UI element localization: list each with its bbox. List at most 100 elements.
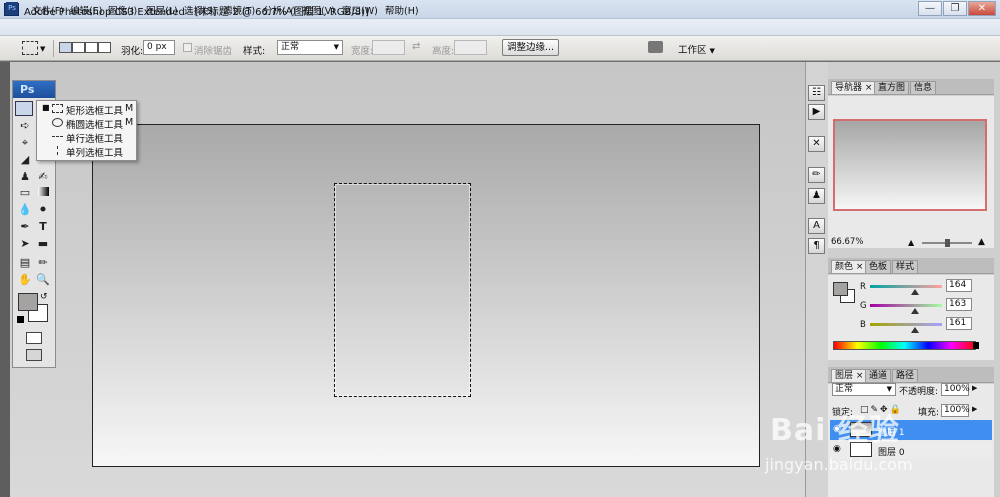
fill-arrow-icon[interactable]: ▶ — [972, 405, 977, 413]
tab-info[interactable]: 信息 — [910, 81, 937, 94]
pen-icon[interactable]: ✒ — [17, 219, 33, 234]
tab-color[interactable]: 颜色 × — [831, 260, 868, 273]
tab-histogram[interactable]: 直方图 — [874, 81, 910, 94]
intersect-selection-icon[interactable] — [98, 42, 111, 53]
notes-icon[interactable]: ▤ — [17, 255, 33, 270]
default-colors-icon[interactable] — [17, 316, 24, 323]
color-spectrum-bar[interactable] — [833, 341, 976, 350]
color-fg-swatch[interactable] — [833, 282, 848, 296]
tool-presets-icon[interactable]: ✕ — [808, 136, 825, 152]
channel-b-slider[interactable] — [870, 323, 942, 326]
flyout-item-single-row[interactable]: 单行选框工具 — [37, 130, 136, 145]
character-panel-icon[interactable]: A — [808, 218, 825, 234]
refine-edge-button[interactable]: 调整边缘... — [502, 39, 559, 56]
menu-image[interactable]: 图像(I) — [108, 3, 137, 17]
gradient-icon[interactable] — [35, 185, 51, 200]
close-icon[interactable]: × — [856, 262, 864, 272]
healing-brush-icon[interactable]: ◢ — [17, 152, 33, 167]
flyout-item-single-column[interactable]: 单列选框工具 — [37, 144, 136, 159]
menu-view[interactable]: 视图(V) — [302, 3, 335, 17]
blend-mode-select[interactable]: 正常 ▼ — [832, 383, 896, 396]
channel-b-thumb[interactable] — [911, 327, 919, 333]
close-icon[interactable]: × — [865, 83, 873, 93]
menu-select[interactable]: 选择(S) — [184, 3, 216, 17]
file-browser-icon[interactable] — [648, 41, 663, 53]
actions-panel-icon[interactable]: ▶ — [808, 104, 825, 120]
history-panel-icon[interactable]: ☷ — [808, 85, 825, 101]
zoom-out-icon[interactable]: ▲ — [908, 238, 914, 247]
document-icon[interactable]: Ps — [6, 2, 18, 14]
clone-stamp-icon[interactable]: ♟ — [17, 169, 33, 184]
channel-r-value[interactable]: 164 — [946, 279, 972, 292]
zoom-in-icon[interactable]: ▲ — [978, 237, 985, 247]
quick-mask-icon[interactable] — [26, 332, 42, 344]
menu-analysis[interactable]: 分析(A) — [263, 3, 296, 17]
eyedropper-icon[interactable]: ✏ — [35, 255, 51, 270]
flyout-item-label: 单列选框工具 — [66, 148, 124, 159]
flyout-item-ellipse-marquee[interactable]: 椭圆选框工具 M — [37, 116, 136, 131]
opacity-arrow-icon[interactable]: ▶ — [972, 384, 977, 392]
channel-r-thumb[interactable] — [911, 289, 919, 295]
fill-input[interactable]: 100% — [941, 404, 970, 417]
channel-g-thumb[interactable] — [911, 308, 919, 314]
antialias-checkbox[interactable] — [183, 43, 192, 52]
tab-styles[interactable]: 样式 — [892, 260, 919, 273]
opacity-input[interactable]: 100% — [941, 383, 970, 396]
swap-colors-icon[interactable]: ↺ — [40, 292, 48, 302]
menu-edit[interactable]: 编辑(E) — [70, 3, 102, 17]
zoom-slider-thumb[interactable] — [945, 239, 950, 247]
shape-tool-icon[interactable]: ▬ — [35, 236, 51, 251]
feather-input[interactable]: 0 px — [143, 40, 175, 55]
restore-button[interactable]: ❐ — [943, 1, 967, 16]
close-button[interactable]: ✕ — [968, 1, 996, 16]
menu-filter[interactable]: 滤镜(T) — [223, 3, 255, 17]
paragraph-panel-icon[interactable]: ¶ — [808, 238, 825, 254]
menu-file[interactable]: 文件(F) — [32, 3, 64, 17]
hand-tool-icon[interactable]: ✋ — [17, 272, 33, 287]
style-select[interactable]: 正常 ▼ — [277, 40, 343, 55]
brushes-panel-icon[interactable]: ✏ — [808, 167, 825, 183]
tab-navigator[interactable]: 导航器 × — [831, 81, 877, 94]
navigator-thumbnail[interactable] — [833, 119, 987, 211]
blur-icon[interactable]: 💧 — [17, 202, 33, 217]
photoshop-logo[interactable]: Ps — [13, 81, 55, 98]
screen-mode-icon[interactable] — [26, 349, 42, 361]
crop-tool-icon[interactable]: ⌖ — [17, 135, 33, 150]
add-to-selection-icon[interactable] — [72, 42, 85, 53]
foreground-color-swatch[interactable] — [18, 293, 38, 311]
new-selection-icon[interactable] — [59, 42, 72, 53]
channel-g-slider[interactable] — [870, 304, 942, 307]
clone-source-icon[interactable]: ♟ — [808, 188, 825, 204]
channel-b-value[interactable]: 161 — [946, 317, 972, 330]
flyout-item-rect-marquee[interactable]: ■ 矩形选框工具 M — [37, 102, 136, 117]
tab-paths[interactable]: 路径 — [892, 369, 919, 382]
zoom-percentage[interactable]: 66.67% — [831, 237, 863, 247]
subtract-from-selection-icon[interactable] — [85, 42, 98, 53]
menu-help[interactable]: 帮助(H) — [385, 3, 419, 17]
spectrum-black-swatch[interactable] — [973, 342, 979, 349]
path-selection-icon[interactable]: ➤ — [17, 236, 33, 251]
zoom-tool-icon[interactable]: 🔍 — [35, 272, 51, 287]
history-brush-icon[interactable]: ✍ — [35, 169, 51, 184]
swap-icon[interactable]: ⇄ — [412, 41, 420, 52]
channel-r-slider[interactable] — [870, 285, 942, 288]
tab-layers[interactable]: 图层 × — [831, 369, 868, 382]
height-input[interactable] — [454, 40, 487, 55]
close-icon[interactable]: × — [856, 371, 864, 381]
type-tool-icon[interactable]: T — [35, 219, 51, 234]
minimize-button[interactable]: — — [918, 1, 942, 16]
eraser-icon[interactable]: ▭ — [17, 185, 33, 200]
marquee-preset-icon[interactable] — [22, 41, 38, 55]
menu-window[interactable]: 窗口(W) — [342, 3, 378, 17]
menu-layer[interactable]: 图层(L) — [146, 3, 178, 17]
channel-g-value[interactable]: 163 — [946, 298, 972, 311]
preset-dropdown-icon[interactable]: ▼ — [40, 45, 45, 53]
lasso-tool-icon[interactable]: ➪ — [17, 118, 33, 133]
rectangular-selection[interactable] — [334, 183, 471, 397]
dodge-icon[interactable]: ⚫ — [35, 202, 51, 217]
marquee-tool[interactable] — [15, 101, 33, 116]
tab-channels[interactable]: 通道 — [865, 369, 892, 382]
tab-swatches[interactable]: 色板 — [865, 260, 892, 273]
workspace-button[interactable]: 工作区 ▼ — [678, 42, 715, 56]
width-input[interactable] — [372, 40, 405, 55]
